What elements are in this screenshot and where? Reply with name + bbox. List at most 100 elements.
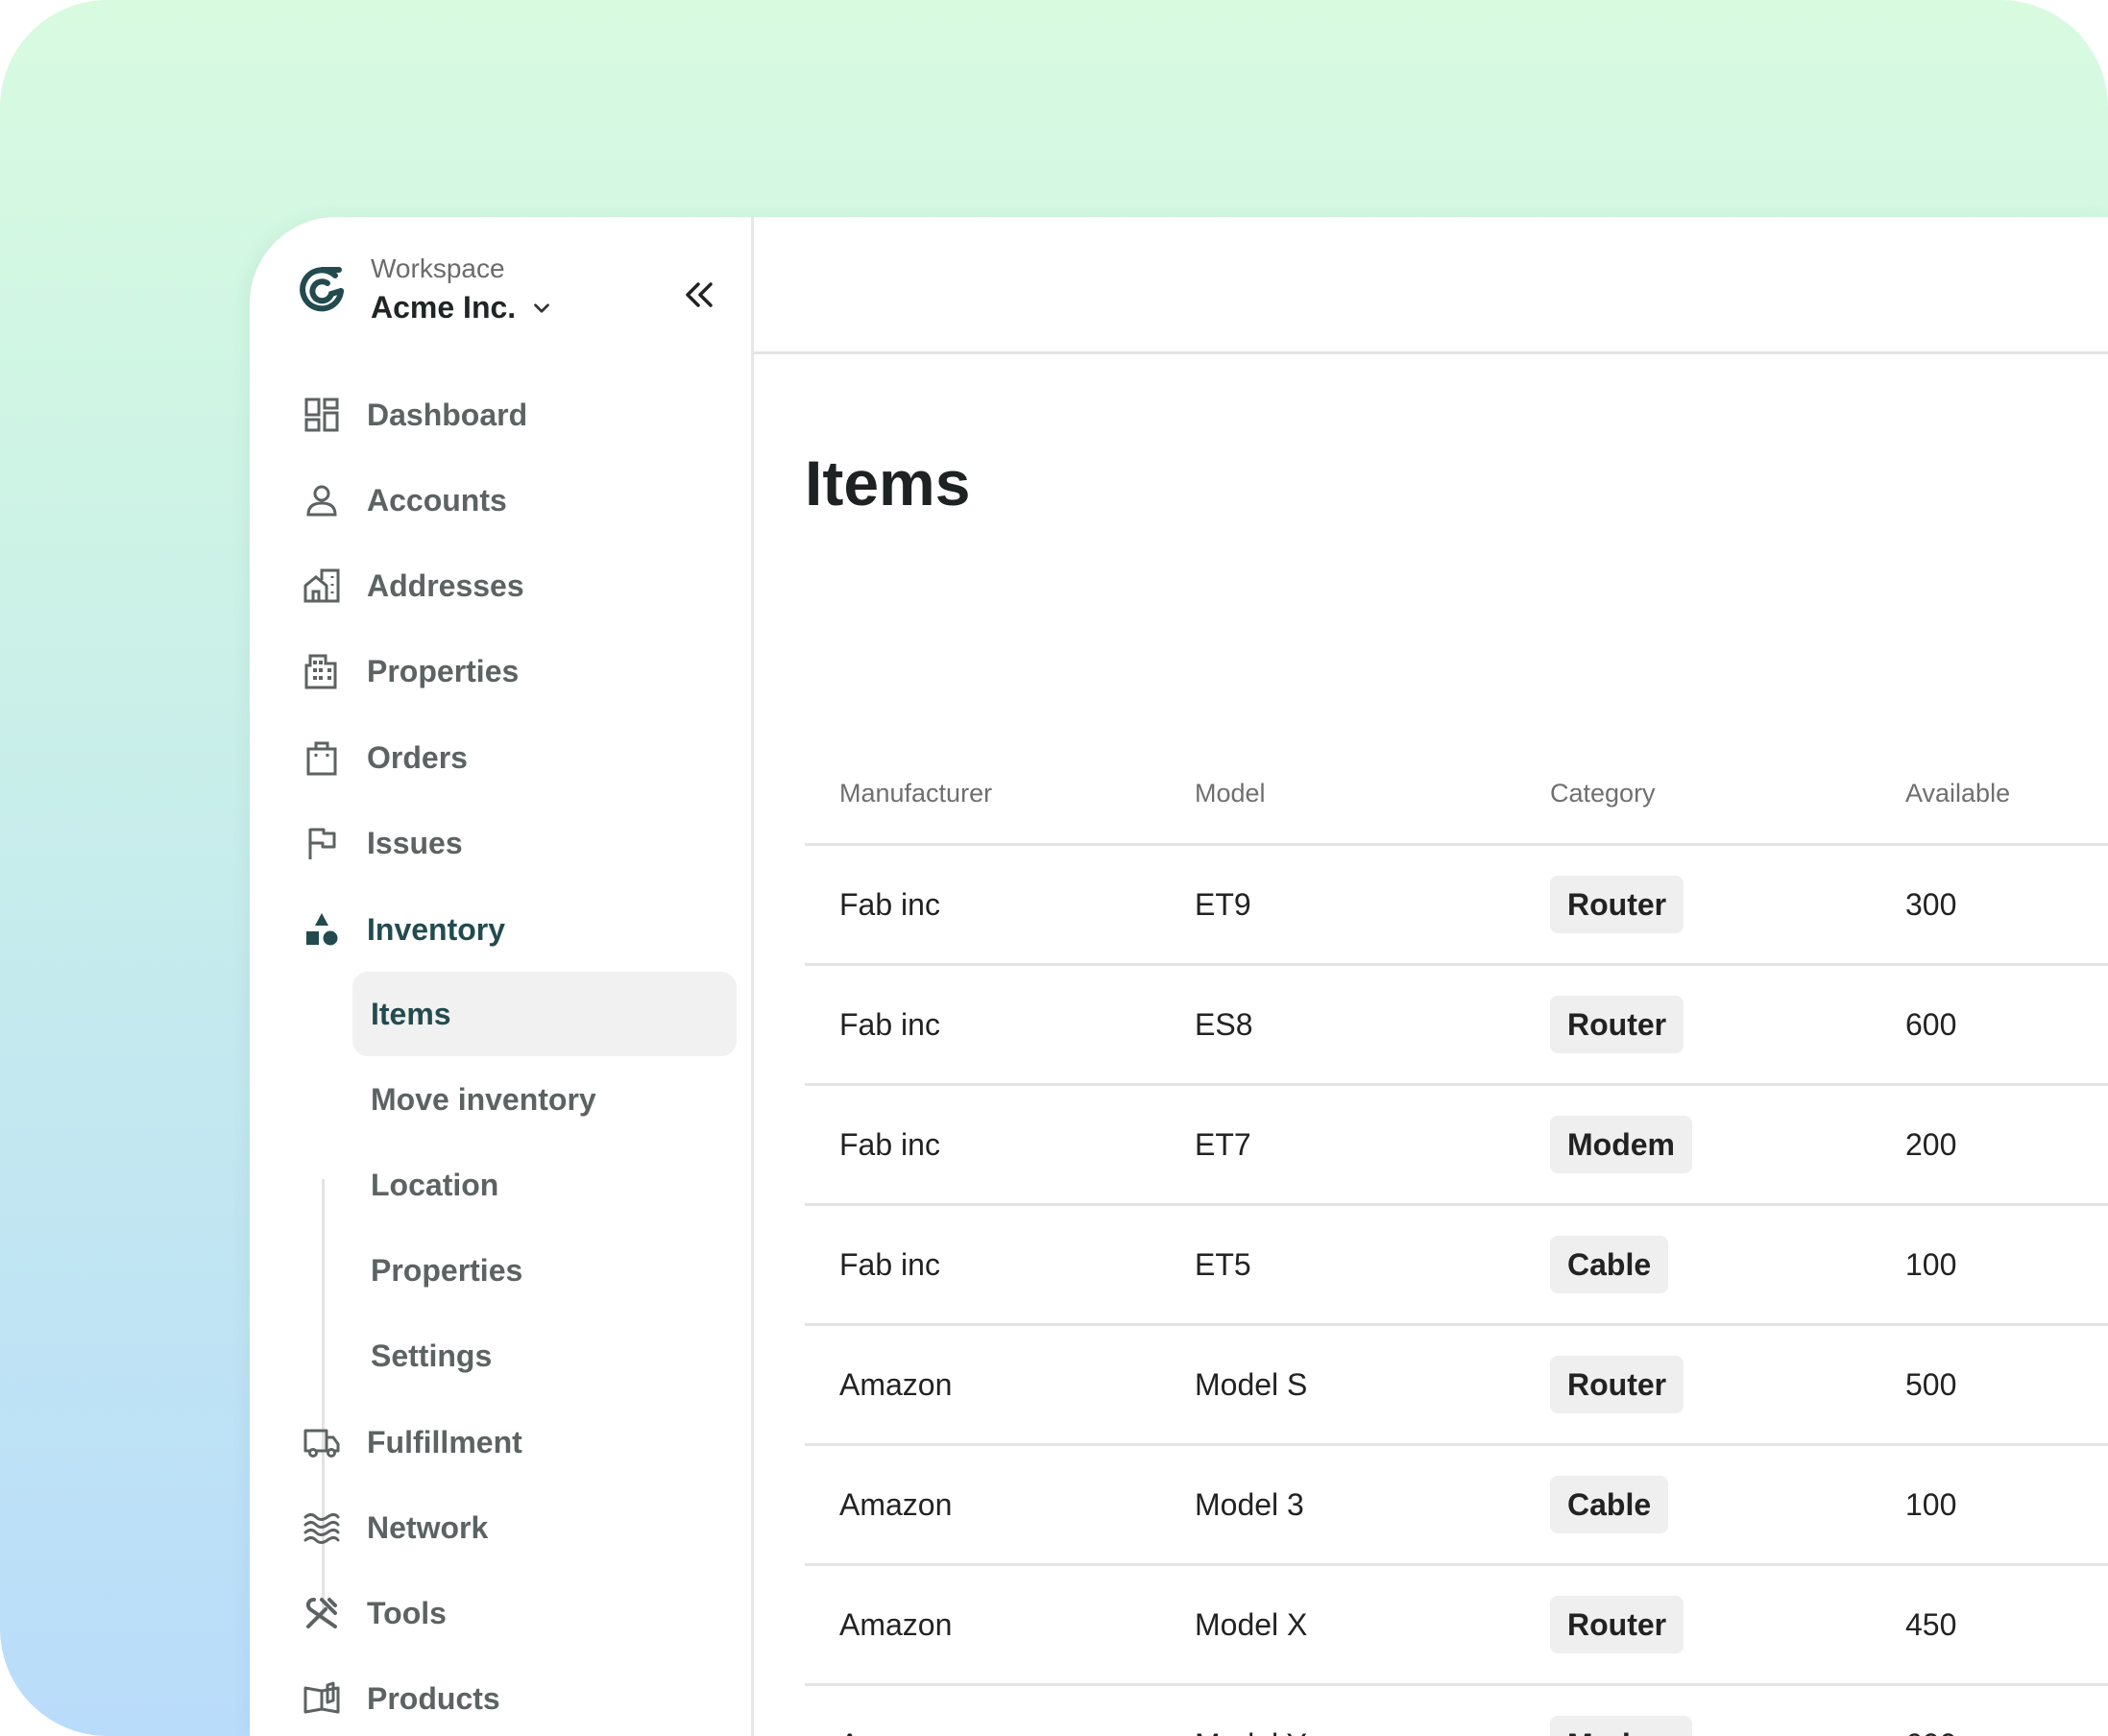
subnav-item-settings[interactable]: Settings [352,1314,737,1398]
sidebar-item-fulfillment[interactable]: Fulfillment [303,1413,522,1471]
category-badge: Router [1550,996,1684,1053]
sidebar-item-label: Dashboard [367,397,528,432]
cell-available: 200 [1905,1126,1957,1162]
sidebar-item-tools[interactable]: Tools [303,1584,447,1642]
category-badge: Cable [1550,1236,1669,1293]
cell-manufacturer: Fab inc [839,1246,940,1282]
table-row[interactable]: Amazon Model Y Modem 600 [805,1686,2108,1736]
tools-icon [305,1598,337,1628]
cell-model: ET9 [1195,886,1251,922]
category-badge: Router [1550,1356,1684,1413]
subnav-item-label: Location [371,1167,499,1202]
cell-manufacturer: Amazon [839,1606,953,1642]
subnav-item-properties[interactable]: Properties [352,1228,737,1313]
sidebar-item-dashboard[interactable]: Dashboard [303,386,527,444]
sidebar-item-label: Products [367,1680,500,1716]
sidebar-item-orders[interactable]: Orders [303,729,468,786]
subnav-item-move-inventory[interactable]: Move inventory [352,1057,737,1142]
sidebar-item-properties[interactable]: Properties [303,642,519,700]
items-table: Manufacturer Model Category Available Fa… [805,779,2108,1736]
sidebar-item-label: Inventory [367,911,506,947]
cell-category: Modem [1550,1686,1692,1736]
flag-icon [308,828,336,859]
table-row[interactable]: Amazon Model S Router 500 [805,1326,2108,1446]
sidebar-item-inventory[interactable]: Inventory [303,901,505,958]
cell-available: 500 [1905,1366,1957,1402]
column-header-category[interactable]: Category [1550,779,1656,808]
category-badge: Router [1550,876,1684,933]
column-header-model[interactable]: Model [1195,779,1266,808]
cell-category: Router [1550,1566,1684,1683]
cell-manufacturer: Fab inc [839,1006,940,1042]
table-row[interactable]: Fab inc ET5 Cable 100 [805,1206,2108,1326]
cell-available: 600 [1905,1686,1956,1736]
cell-manufacturer: Amazon [839,1686,952,1736]
building-address-icon [303,568,340,603]
chevron-down-icon [534,302,550,313]
workspace-logo-icon [300,267,344,312]
table-row[interactable]: Fab inc ET7 Modem 200 [805,1086,2108,1206]
sidebar-item-label: Accounts [367,482,507,518]
shapes-icon [306,913,338,946]
main-content: Items Manufacturer Model Category Availa… [754,217,2108,1736]
table-row[interactable]: Fab inc ES8 Router 600 [805,966,2108,1086]
cell-category: Router [1550,1326,1684,1443]
sidebar-item-accounts[interactable]: Accounts [303,471,507,529]
cell-available: 100 [1905,1246,1957,1282]
sidebar-item-issues[interactable]: Issues [303,814,463,872]
user-icon [306,485,337,517]
table-header: Manufacturer Model Category Available [805,779,2108,846]
dashboard-icon [304,398,339,432]
collapse-sidebar-icon[interactable] [681,277,717,313]
sidebar-item-addresses[interactable]: Addresses [303,557,524,615]
cell-category: Cable [1550,1206,1669,1323]
sidebar: Workspace Acme Inc. Dashboard Accounts A… [250,217,754,1736]
subnav-item-label: Move inventory [371,1081,596,1117]
cell-available: 600 [1905,1006,1957,1042]
cell-model: Model Y [1195,1686,1307,1736]
subnav-item-label: Properties [371,1252,523,1288]
sidebar-item-label: Tools [367,1595,447,1630]
buildings-icon [304,654,337,689]
sidebar-item-network[interactable]: Network [303,1499,488,1556]
table-body: Fab inc ET9 Router 300 Fab inc ES8 Router 600 Fa… [805,846,2108,1736]
subnav-item-items[interactable]: Items [352,972,737,1056]
sidebar-item-products[interactable]: Products [303,1670,500,1727]
cell-manufacturer: Amazon [839,1486,953,1522]
sidebar-item-label: Properties [367,653,520,688]
sidebar-item-label: Network [367,1509,489,1545]
book-icon [303,1681,340,1714]
workspace-label: Workspace [371,253,505,283]
column-header-available[interactable]: Available [1905,779,2010,808]
top-bar [754,217,2108,354]
sidebar-item-label: Fulfillment [367,1424,522,1459]
cell-model: ES8 [1195,1006,1253,1042]
cell-available: 100 [1905,1486,1957,1522]
cell-model: Model 3 [1195,1486,1304,1522]
sidebar-item-label: Orders [367,739,468,775]
subnav-item-location[interactable]: Location [352,1143,737,1227]
cell-manufacturer: Fab inc [839,886,940,922]
category-badge: Router [1550,1596,1684,1653]
page-title: Items [805,447,971,518]
table-row[interactable]: Amazon Model 3 Cable 100 [805,1446,2108,1566]
cell-model: Model X [1195,1606,1308,1642]
shopping-bag-icon [306,741,337,776]
cell-manufacturer: Fab inc [839,1126,940,1162]
column-header-manufacturer[interactable]: Manufacturer [839,779,992,808]
category-badge: Cable [1550,1476,1669,1533]
table-row[interactable]: Amazon Model X Router 450 [805,1566,2108,1686]
cell-manufacturer: Amazon [839,1366,953,1402]
workspace-name: Acme Inc. [371,290,517,325]
cell-category: Modem [1550,1086,1692,1203]
cell-available: 450 [1905,1606,1957,1642]
table-row[interactable]: Fab inc ET9 Router 300 [805,846,2108,966]
subnav-item-label: Settings [371,1338,493,1373]
sidebar-item-label: Issues [367,825,463,860]
workspace-switcher[interactable]: Acme Inc. [371,290,554,326]
category-badge: Modem [1550,1116,1692,1173]
sidebar-item-label: Addresses [367,567,524,603]
cell-model: ET7 [1195,1126,1251,1162]
cell-model: ET5 [1195,1246,1251,1282]
subnav-item-label: Items [371,996,451,1031]
